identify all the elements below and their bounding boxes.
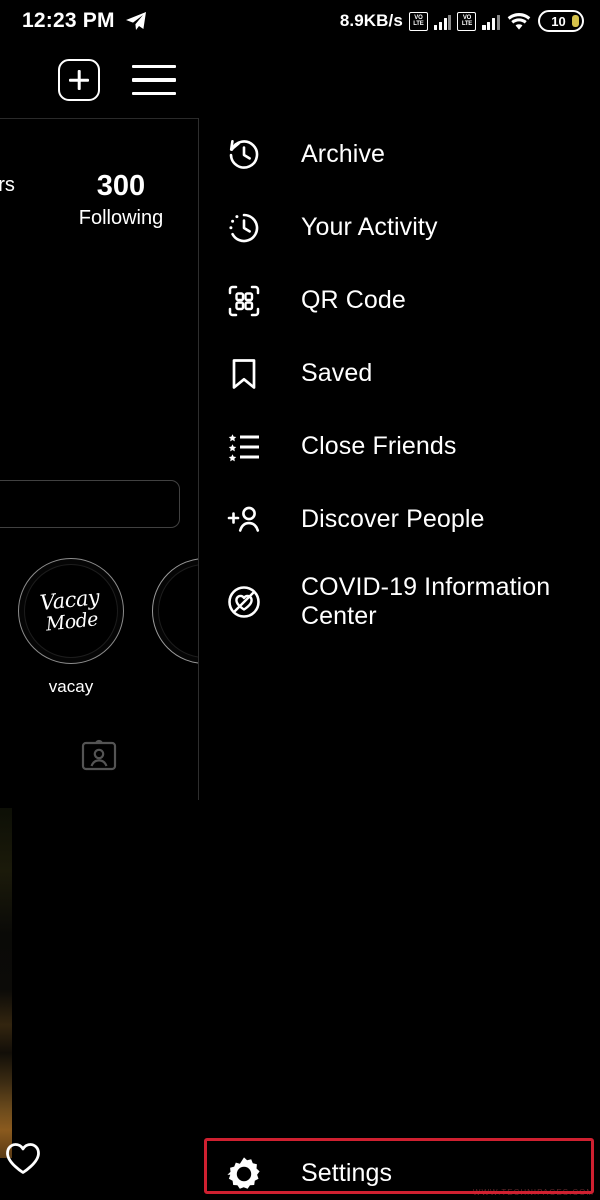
status-bar: 12:23 PM 8.9KB/s VO LTE VO LTE 10 [0,0,600,42]
menu-item-saved[interactable]: Saved [198,337,600,410]
profile-top-nav [0,42,198,118]
menu-item-label: Your Activity [301,212,438,241]
drawer-menu-list: Archive Your Activity QR Code Saved Clos… [198,118,600,648]
volte-sim2-icon: VO LTE [457,11,477,31]
stat-followers[interactable]: ers [0,170,32,197]
story-highlight-vacay[interactable]: Vacay Mode vacay [18,558,124,697]
menu-item-close-friends[interactable]: Close Friends [198,410,600,483]
volte-sim1-icon: VO LTE [408,11,428,31]
heart-icon[interactable] [4,1140,42,1176]
covid-heart-icon [222,580,266,624]
profile-stats: ers 300 Following [0,170,198,230]
edit-profile-button[interactable] [0,480,180,528]
qr-code-icon [222,279,266,323]
highlight-label: vacay [48,677,94,696]
status-bar-right: 8.9KB/s VO LTE VO LTE 10 [340,10,584,32]
send-icon [124,9,148,33]
wifi-icon [506,11,532,31]
menu-item-your-activity[interactable]: Your Activity [198,191,600,264]
menu-item-label: QR Code [301,285,406,314]
menu-item-label: COVID-19 Information Center [301,572,551,631]
menu-item-discover-people[interactable]: Discover People [198,483,600,556]
profile-content-left: ers 300 Following Vacay Mode vacay [0,118,198,1200]
person-plus-icon [222,498,266,542]
settings-label: Settings [301,1159,393,1188]
stat-following[interactable]: 300 Following [62,170,180,230]
menu-item-covid-info-center[interactable]: COVID-19 Information Center [198,556,600,648]
open-menu-button[interactable] [132,65,176,95]
signal-bars-sim1-icon [433,13,452,30]
menu-item-qr-code[interactable]: QR Code [198,264,600,337]
story-highlights: Vacay Mode vacay N [0,558,198,697]
menu-item-archive[interactable]: Archive [198,118,600,191]
highlight-cover: Vacay Mode [24,564,118,658]
battery-fill [572,15,579,27]
story-highlight-second[interactable]: N [152,558,198,697]
network-speed: 8.9KB/s [339,11,403,30]
drawer-left-divider [198,118,200,800]
menu-item-label: Close Friends [301,431,457,460]
side-menu-drawer: Archive Your Activity QR Code Saved Clos… [198,42,600,1200]
activity-clock-icon [222,206,266,250]
tagged-photos-icon[interactable] [81,738,117,772]
highlight-ring: Vacay Mode [18,558,124,664]
menu-item-label: Saved [301,358,373,387]
status-bar-left: 12:23 PM [22,9,148,33]
clock-time: 12:23 PM [22,9,115,32]
add-post-button[interactable] [58,59,100,101]
highlight-cover [158,564,198,658]
hamburger-menu-icon [132,65,176,95]
archive-clock-icon [222,133,266,177]
menu-item-label: Discover People [301,504,485,533]
profile-tab-row [0,738,198,772]
star-list-icon [222,425,266,469]
battery-indicator: 10 [538,10,584,32]
highlight-ring [152,558,198,664]
menu-item-label: Archive [301,139,386,168]
gear-icon [222,1152,266,1196]
watermark: WWW.TECHNIPAGES.COM [472,1188,594,1197]
highlight-cover-text: Vacay Mode [39,585,101,636]
instagram-profile-screen: 12:23 PM 8.9KB/s VO LTE VO LTE 10 rs 300… [0,0,600,1200]
battery-level: 10 [551,13,566,29]
post-thumbnail-sliver[interactable] [0,808,12,1158]
bookmark-icon [222,352,266,396]
plus-square-icon [58,59,100,101]
signal-bars-sim2-icon [482,13,500,30]
